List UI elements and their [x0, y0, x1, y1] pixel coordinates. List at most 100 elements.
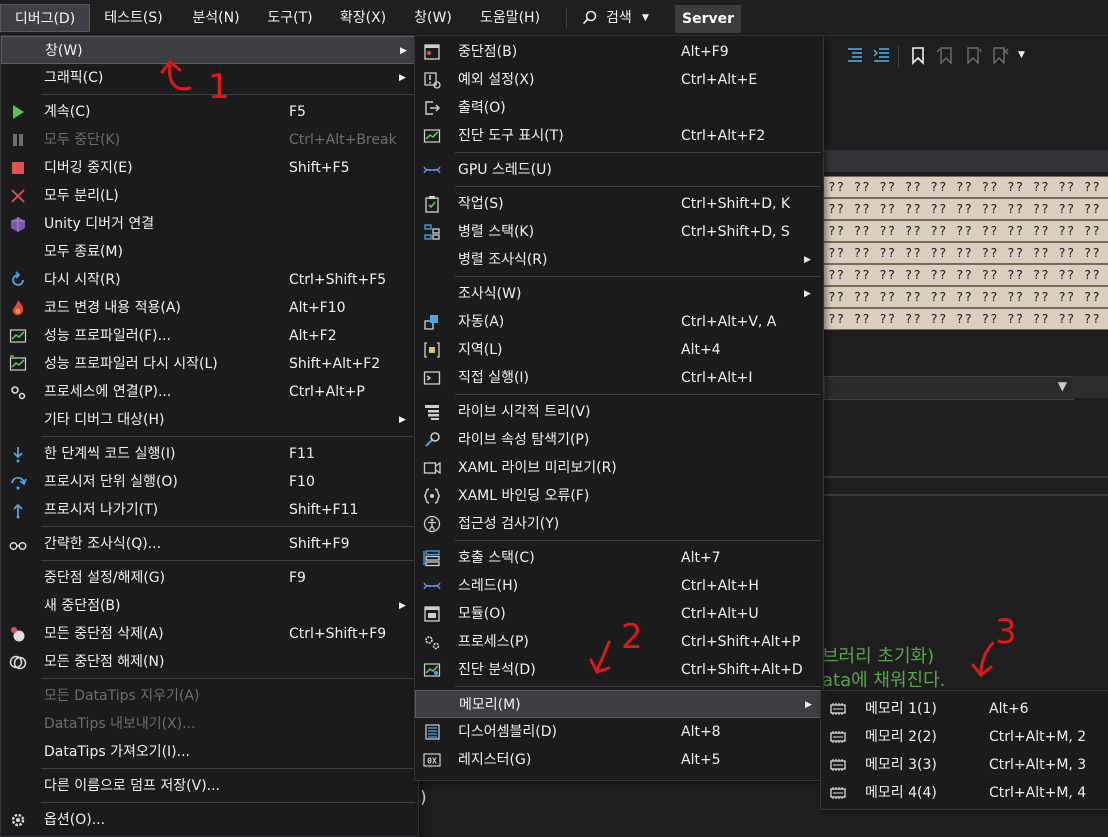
- menu-item[interactable]: 병렬 조사식(R) ▶: [415, 246, 821, 274]
- menu-item[interactable]: 모든 DataTips 지우기(A): [1, 682, 416, 710]
- modules-icon: [423, 605, 441, 623]
- menu-item[interactable]: 직접 실행(I) Ctrl+Alt+I: [415, 364, 821, 392]
- search-icon: [582, 10, 597, 25]
- menu-item[interactable]: 프로세스에 연결(P)... Ctrl+Alt+P: [1, 378, 416, 406]
- menu-item[interactable]: DataTips 가져오기(I)...: [1, 738, 416, 766]
- menu-item[interactable]: XAML 라이브 미리보기(R): [415, 454, 821, 482]
- menu-item[interactable]: 옵션(O)...: [1, 806, 416, 834]
- menu-item[interactable]: 프로시저 나가기(T) Shift+F11: [1, 496, 416, 524]
- menu-item[interactable]: 새 중단점(B) ▶: [1, 592, 416, 620]
- menu-item-label: 모든 중단점 해제(N): [44, 654, 165, 670]
- menu-item-shortcut: Ctrl+Shift+D, S: [681, 224, 790, 240]
- menu-item[interactable]: XAML 바인딩 오류(F): [415, 482, 821, 510]
- menu-item[interactable]: 라이브 속성 탐색기(P): [415, 426, 821, 454]
- menu-item-label: 기타 디버그 대상(H): [44, 412, 165, 428]
- disassembly-icon: [423, 723, 441, 741]
- menu-item[interactable]: 지역(L) Alt+4: [415, 336, 821, 364]
- autos-icon: [423, 313, 441, 331]
- menu-separator: [41, 436, 415, 437]
- indent-lines-icon[interactable]: [846, 46, 864, 64]
- menu-item[interactable]: 디버깅 중지(E) Shift+F5: [1, 154, 416, 182]
- bookmark-icon[interactable]: [910, 46, 926, 66]
- menu-item[interactable]: 디스어셈블리(D) Alt+8: [415, 718, 821, 746]
- menu-help[interactable]: 도움말(H): [468, 4, 552, 32]
- bookmark-prev-icon[interactable]: [935, 46, 955, 66]
- menu-tools[interactable]: 도구(T): [258, 4, 322, 32]
- bookmark-clear-icon[interactable]: [990, 46, 1010, 66]
- menu-item-label: 자동(A): [458, 314, 505, 330]
- menu-item-label: 계속(C): [44, 104, 91, 120]
- menubar-divider: [566, 8, 567, 28]
- annotation-number: 1: [208, 67, 230, 105]
- menu-item[interactable]: 메모리 2(2) Ctrl+Alt+M, 2: [821, 723, 1108, 751]
- menu-item[interactable]: 기타 디버그 대상(H) ▶: [1, 406, 416, 434]
- menu-item-shortcut: F10: [289, 474, 315, 490]
- menu-item[interactable]: GPU 스레드(U): [415, 156, 821, 184]
- menu-item-label: 메모리 3(3): [865, 757, 937, 773]
- menu-item[interactable]: 출력(O): [415, 94, 821, 122]
- editor-toolbar: ▼: [820, 40, 1108, 74]
- comment-lines-icon[interactable]: [872, 46, 890, 64]
- menu-extensions[interactable]: 확장(X): [330, 4, 396, 32]
- toolbar-divider: [898, 46, 899, 68]
- bookmark-next-icon[interactable]: [962, 46, 982, 66]
- menu-item[interactable]: 모든 중단점 해제(N): [1, 648, 416, 676]
- menu-debug[interactable]: 디버그(D): [0, 4, 90, 32]
- server-badge[interactable]: Server: [675, 5, 741, 33]
- menu-item[interactable]: 자동(A) Ctrl+Alt+V, A: [415, 308, 821, 336]
- menu-item[interactable]: 코드 변경 내용 적용(A) Alt+F10: [1, 294, 416, 322]
- menu-item[interactable]: 호출 스택(C) Alt+7: [415, 544, 821, 572]
- menu-window[interactable]: 창(W): [405, 4, 461, 32]
- memory-chip-icon: [829, 784, 847, 802]
- menu-item[interactable]: 작업(S) Ctrl+Shift+D, K: [415, 190, 821, 218]
- menu-item[interactable]: 조사식(W) ▶: [415, 280, 821, 308]
- menu-item[interactable]: Unity 디버거 연결: [1, 210, 416, 238]
- menu-analyze[interactable]: 분석(N): [180, 4, 252, 32]
- code-comment-line: 브러리 초기화): [822, 646, 935, 667]
- menu-separator: [455, 540, 821, 541]
- menu-item[interactable]: 접근성 검사기(Y): [415, 510, 821, 538]
- menu-item[interactable]: 스레드(H) Ctrl+Alt+H: [415, 572, 821, 600]
- editor-dropdown[interactable]: ▼: [824, 376, 1074, 400]
- menu-item[interactable]: 메모리 3(3) Ctrl+Alt+M, 3: [821, 751, 1108, 779]
- menu-item-shortcut: Ctrl+Alt+F2: [681, 128, 766, 144]
- annotation-arrow-2: 2: [589, 617, 643, 674]
- menu-item-label: 모두 중단(K): [44, 132, 121, 148]
- menu-item[interactable]: 성능 프로파일러 다시 시작(L) Shift+Alt+F2: [1, 350, 416, 378]
- menu-item-label: 디스어셈블리(D): [458, 724, 557, 740]
- menu-item[interactable]: 메모리(M) ▶: [415, 690, 821, 718]
- menu-item[interactable]: 모두 분리(L): [1, 182, 416, 210]
- menu-separator: [41, 678, 415, 679]
- menu-item-shortcut: Ctrl+Alt+I: [681, 370, 753, 386]
- menu-item[interactable]: 진단 도구 표시(T) Ctrl+Alt+F2: [415, 122, 821, 150]
- menu-item[interactable]: 간략한 조사식(Q)... Shift+F9: [1, 530, 416, 558]
- menu-item[interactable]: 한 단계씩 코드 실행(I) F11: [1, 440, 416, 468]
- menu-item[interactable]: 모두 중단(K) Ctrl+Alt+Break: [1, 126, 416, 154]
- gpu-threads-icon: [423, 161, 441, 179]
- memory-row: ?? ?? ?? ?? ?? ?? ?? ?? ?? ?? ?? ?? ?? ?…: [824, 198, 1108, 220]
- menu-item[interactable]: 다른 이름으로 덤프 저장(V)...: [1, 772, 416, 800]
- toolbar-overflow-icon[interactable]: ▼: [1018, 50, 1025, 60]
- menu-item[interactable]: 0X 레지스터(G) Alt+5: [415, 746, 821, 774]
- menu-separator: [41, 560, 415, 561]
- search-button[interactable]: 검색 ▼: [578, 4, 658, 32]
- menu-item[interactable]: 프로시저 단위 실행(O) F10: [1, 468, 416, 496]
- menu-item[interactable]: 모두 종료(M): [1, 238, 416, 266]
- menu-item-label: 새 중단점(B): [44, 598, 121, 614]
- menu-item[interactable]: 다시 시작(R) Ctrl+Shift+F5: [1, 266, 416, 294]
- menu-item-shortcut: Ctrl+Alt+M, 2: [989, 729, 1087, 745]
- menu-item[interactable]: 모든 중단점 삭제(A) Ctrl+Shift+F9: [1, 620, 416, 648]
- debug-menu: 창(W) ▶ 그래픽(C) ▶ 계속(C) F5 모두 중단(K) Ctrl+Alt+Brea…: [0, 35, 419, 837]
- menu-item[interactable]: 메모리 4(4) Ctrl+Alt+M, 4: [821, 779, 1108, 807]
- menu-item[interactable]: 병렬 스택(K) Ctrl+Shift+D, S: [415, 218, 821, 246]
- menu-item[interactable]: DataTips 내보내기(X)...: [1, 710, 416, 738]
- menu-item-shortcut: Alt+F2: [289, 328, 337, 344]
- unity-cube-icon: [9, 215, 27, 233]
- menu-item[interactable]: 메모리 1(1) Alt+6: [821, 695, 1108, 723]
- menu-item[interactable]: 라이브 시각적 트리(V): [415, 398, 821, 426]
- menu-test[interactable]: 테스트(S): [96, 4, 171, 32]
- menu-item[interactable]: 중단점 설정/해제(G) F9: [1, 564, 416, 592]
- menu-item[interactable]: 예외 설정(X) Ctrl+Alt+E: [415, 66, 821, 94]
- menu-item[interactable]: 성능 프로파일러(F)... Alt+F2: [1, 322, 416, 350]
- menu-item[interactable]: 중단점(B) Alt+F9: [415, 38, 821, 66]
